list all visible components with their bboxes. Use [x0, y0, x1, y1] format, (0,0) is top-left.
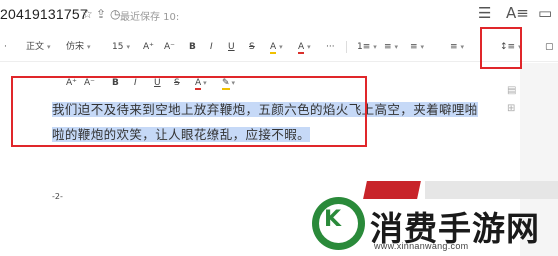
style-select[interactable]: 正文 ▾: [26, 41, 51, 53]
annotation-box-line-spacing: [480, 27, 522, 69]
document-title[interactable]: 20419131757: [0, 6, 88, 22]
size-select-label: 15: [112, 42, 124, 52]
menu-icon[interactable]: ☰: [478, 4, 491, 22]
font-color-icon: A: [298, 42, 305, 54]
chevron-down-icon: ▾: [460, 43, 465, 51]
shrink-font-button[interactable]: A⁻: [164, 41, 175, 53]
watermark-logo-icon: K: [312, 197, 365, 250]
toolbar-divider: [346, 41, 347, 53]
save-status: 最近保存 10:: [120, 12, 180, 23]
share-icon[interactable]: ⇪: [96, 7, 106, 21]
watermark-gray-band: [425, 181, 558, 199]
watermark-logo-glyph: K: [324, 207, 342, 232]
watermark-red-band: [363, 181, 421, 199]
align-button[interactable]: ≡ ▾: [450, 41, 464, 53]
style-select-label: 正文: [26, 42, 45, 52]
italic-button[interactable]: I: [210, 41, 213, 53]
chevron-down-icon: ▾: [373, 43, 377, 51]
chevron-down-icon: ▾: [87, 43, 91, 51]
chevron-down-icon: ▾: [420, 43, 425, 51]
comment-icon[interactable]: ▤: [507, 85, 516, 96]
formatting-toolbar: · 正文 ▾ 仿宋 ▾ 15 ▾ A⁺ A⁻ B I U S A ▾ A ▾ ··· 1≡…: [0, 32, 558, 62]
align-icon: ≡: [450, 42, 458, 52]
grow-font-button[interactable]: A⁺: [143, 41, 154, 53]
strikethrough-button[interactable]: S: [249, 41, 255, 53]
highlighter-icon: A: [270, 42, 277, 54]
extra-tool-icon[interactable]: ▢: [545, 41, 554, 53]
present-icon[interactable]: ▭: [538, 4, 552, 22]
chevron-down-icon: ▾: [126, 43, 130, 51]
annotation-box-selection: [11, 76, 367, 147]
chevron-down-icon: ▾: [47, 43, 51, 51]
indent-icon: ≡: [410, 42, 418, 52]
font-select-label: 仿宋: [66, 42, 85, 52]
chevron-down-icon: ▾: [394, 43, 399, 51]
bold-button[interactable]: B: [189, 41, 196, 53]
underline-button[interactable]: U: [228, 41, 235, 53]
highlight-button[interactable]: A ▾: [270, 41, 283, 54]
ordered-list-button[interactable]: 1≡ ▾: [357, 41, 377, 53]
ordered-list-icon: 1≡: [357, 42, 371, 52]
indent-button[interactable]: ≡ ▾: [410, 41, 424, 53]
watermark-url: www.xinnanwang.com: [374, 241, 469, 251]
redo-icon[interactable]: ·: [4, 41, 7, 53]
bullet-list-button[interactable]: ≡ ▾: [384, 41, 398, 53]
chevron-down-icon: ▾: [279, 43, 283, 51]
clock-icon: ◷: [110, 7, 121, 21]
chevron-down-icon: ▾: [307, 43, 311, 51]
title-bar: 20419131757 ☆ ⇪ ◷ 最近保存 10: ☰ A≡ ▭: [0, 0, 558, 30]
font-settings-icon[interactable]: A≡: [506, 4, 529, 22]
bullet-list-icon: ≡: [384, 42, 392, 52]
size-select[interactable]: 15 ▾: [112, 41, 130, 53]
font-color-button[interactable]: A ▾: [298, 41, 311, 54]
star-icon[interactable]: ☆: [82, 7, 93, 21]
more-button[interactable]: ···: [326, 41, 335, 53]
font-select[interactable]: 仿宋 ▾: [66, 41, 91, 53]
page-number: -2-: [52, 192, 63, 201]
